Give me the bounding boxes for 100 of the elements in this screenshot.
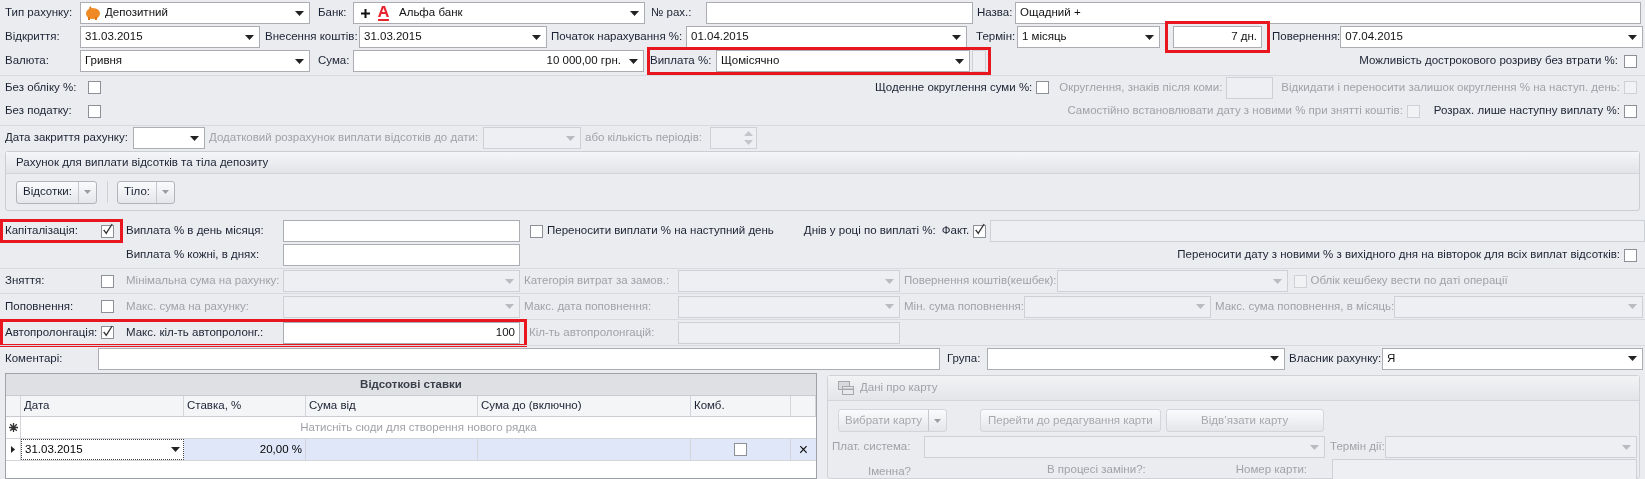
field-label: Кіл-ть автопролонгацій: [529,324,656,340]
checkbox[interactable] [530,224,543,238]
dropdown-field[interactable]: Депозитний [80,2,310,24]
column-header[interactable]: Дата [21,396,184,416]
dropdown-field[interactable]: 1 місяць [1017,26,1160,48]
dropdown-arrow-icon [885,304,894,309]
dropdown-arrow-icon [1145,34,1154,40]
date-editor[interactable]: 31.03.2015 [21,439,184,460]
field-label: Виплата % кожні, в днях: [126,247,261,263]
dropdown-field[interactable] [987,347,1285,370]
field-label: Термін дії: [1330,439,1385,455]
grid-row[interactable]: 31.03.2015 20,00 % × [6,439,816,461]
field-label: Капіталізація: [5,223,79,239]
dropdown-field[interactable]: Я [1382,347,1643,370]
field-label: Повернення коштів(кешбек): [904,273,1057,289]
field-label: Тип рахунку: [5,5,74,21]
field-label: Макс. сума на рахунку: [126,298,250,314]
field-label: Номер карти: [1235,462,1308,477]
dropdown-arrow-icon [566,135,575,141]
dropdown-arrow-icon [629,58,638,64]
checkbox[interactable] [101,274,114,288]
field-label: Внесення коштів: [265,29,359,45]
dropdown-arrow-icon [1270,356,1279,361]
field-label: Виплата %: [650,53,713,69]
split-button[interactable]: Тіло: [117,180,175,204]
dropdown-field[interactable]: 31.03.2015 [359,26,547,48]
dropdown-field[interactable] [133,127,205,149]
text-field[interactable] [283,244,520,266]
dropdown-arrow-icon [505,278,514,284]
new-row-icon [8,423,18,432]
dropdown-arrow-icon [532,34,541,40]
dropdown-field[interactable]: 10 000,00 грн. [353,50,644,72]
dropdown-field[interactable]: Гривня [80,50,310,72]
field-label: Без обліку %: [5,79,78,95]
dropdown-arrow-icon [171,447,180,452]
field-label: або кількість періодів: [585,130,703,146]
field-label: Відкидати і переносити залишок округлення % на наступ. день: [1281,79,1620,95]
text-field[interactable]: 100 [283,321,520,344]
dropdown-arrow-icon [162,190,169,194]
current-row-icon [11,446,15,453]
field-label: Власник рахунку: [1289,350,1382,366]
text-field[interactable] [98,347,940,370]
field-label: Макс. кіл-ть автопролонг.: [126,324,265,340]
dropdown-arrow-icon [955,58,964,64]
field-label: Без податку: [5,103,73,119]
checkbox[interactable] [973,224,987,238]
delete-button[interactable]: × [798,441,809,458]
text-field[interactable] [283,220,520,242]
dropdown-arrow-icon [1628,304,1637,309]
dropdown-field[interactable]: 31.03.2015 [80,26,260,48]
group-title: Рахунок для виплати відсотків та тіла депозиту [16,154,269,170]
field-label: Повернення: [1272,29,1341,45]
column-header[interactable]: Ставка, % [184,396,306,416]
field-label: Додатковий розрахунок виплати відсотків до дати: [209,130,480,146]
plus-icon [361,8,370,18]
dropdown-field[interactable]: 01.04.2015 [686,26,967,48]
dropdown-arrow-icon [83,190,91,194]
checkbox[interactable] [101,224,114,238]
field-label: Макс. дата поповнення: [524,298,653,314]
spin-arrows-icon [744,131,753,145]
checkbox[interactable] [734,443,747,456]
field-label: Відкриття: [5,29,61,45]
field-label: Макс. сума поповнення, в місяць: [1215,298,1395,314]
checkbox[interactable] [1624,104,1637,118]
dropdown-arrow-icon [1628,34,1637,40]
checkbox[interactable] [1624,248,1637,262]
checkbox[interactable] [88,81,101,94]
text-field[interactable]: Ощадний + [1015,2,1641,24]
cards-icon [838,381,854,395]
checkbox[interactable] [1036,81,1050,94]
dropdown-arrow-icon [245,34,254,40]
dropdown-arrow-icon [630,10,639,16]
column-header[interactable]: Сума від [306,396,478,416]
field-label: Мін. сума поповнення: [904,298,1024,314]
dropdown-arrow-icon [934,418,942,423]
piggy-bank-icon [85,6,101,20]
field-label: Розрах. лише наступну виплату %: [1433,103,1620,119]
checkbox[interactable] [88,104,101,118]
column-header[interactable]: Комб. [691,396,791,416]
dropdown-arrow-icon [295,58,304,64]
dropdown-arrow-icon [1310,444,1319,450]
dropdown-arrow-icon [1622,444,1631,450]
checkbox[interactable] [1624,54,1637,68]
dropdown-arrow-icon [1272,278,1282,284]
field-label: Категорія витрат за замов.: [524,273,671,289]
checkbox[interactable] [101,300,114,313]
dropdown-arrow-icon [1196,304,1205,309]
split-button[interactable]: Відсотки: [16,180,97,204]
dropdown-arrow-icon [295,10,304,16]
checkbox[interactable] [101,326,114,339]
field-label: Назва: [977,5,1014,21]
dropdown-field[interactable]: Щомісячно [716,50,970,72]
text-field[interactable]: 7 дн. [1173,26,1262,48]
bank-logo-icon [378,5,389,21]
field-label: Валюта: [5,53,50,69]
field-label: Мінімальна сума на рахунку: [126,273,281,289]
column-header[interactable]: Сума до (включно) [478,396,691,416]
text-field[interactable] [706,2,973,24]
dropdown-field[interactable]: 07.04.2015 [1340,26,1643,48]
dropdown-field[interactable]: Альфа банк [353,2,645,24]
